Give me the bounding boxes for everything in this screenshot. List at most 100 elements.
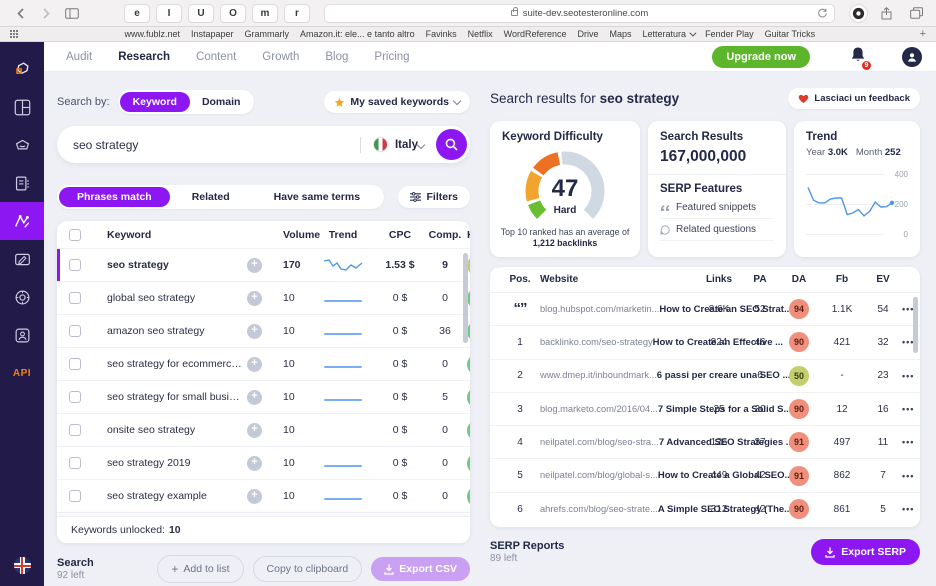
add-keyword-icon[interactable]: +	[247, 390, 262, 405]
extension-icon-2[interactable]: I	[156, 4, 182, 23]
extension-icon-6[interactable]: r	[284, 4, 310, 23]
row-menu-icon[interactable]: •••	[902, 371, 914, 381]
tab-have-same-terms[interactable]: Have same terms	[252, 187, 382, 207]
extension-icon-4[interactable]: O	[220, 4, 246, 23]
notifications-bell-icon[interactable]: 9	[850, 46, 866, 68]
sidebar-item-leads[interactable]	[0, 316, 44, 354]
add-keyword-icon[interactable]: +	[247, 291, 262, 306]
export-serp-button[interactable]: Export SERP	[811, 539, 920, 565]
select-all-checkbox[interactable]	[69, 229, 81, 241]
scrollbar[interactable]	[913, 297, 918, 353]
content-blocker-icon[interactable]	[849, 4, 868, 23]
extension-icon-1[interactable]: e	[124, 4, 150, 23]
user-avatar[interactable]	[902, 47, 922, 67]
table-row[interactable]: amazon seo strategy + 10 0 $ 36 19	[57, 315, 470, 348]
feedback-button[interactable]: Lasciaci un feedback	[788, 88, 920, 109]
bookmark-item[interactable]: Guitar Tricks	[765, 29, 816, 39]
add-bookmark-icon[interactable]: +	[920, 28, 926, 40]
serp-row[interactable]: 6 ahrefs.com/blog/seo-strate...A Simple …	[490, 493, 920, 526]
chevron-down-icon[interactable]	[417, 140, 425, 148]
serp-row[interactable]: 1 backlinko.com/seo-strategyHow to Creat…	[490, 326, 920, 359]
table-row[interactable]: seo strategy example + 10 0 $ 0 12	[57, 480, 470, 513]
bookmark-item[interactable]: Favinks	[426, 29, 457, 39]
toggle-domain[interactable]: Domain	[190, 92, 253, 112]
serp-row[interactable]: 4 neilpatel.com/blog/seo-stra...7 Advanc…	[490, 426, 920, 459]
nav-item-audit[interactable]: Audit	[66, 51, 92, 63]
serp-row[interactable]: 5 neilpatel.com/blog/global-s...How to C…	[490, 459, 920, 492]
row-checkbox[interactable]	[69, 490, 81, 502]
forward-button-icon[interactable]	[34, 4, 58, 22]
row-menu-icon[interactable]: •••	[902, 404, 914, 414]
table-row[interactable]: onsite seo strategy + 10 0 $ 0 12	[57, 414, 470, 447]
toggle-keyword[interactable]: Keyword	[120, 92, 190, 112]
add-keyword-icon[interactable]: +	[247, 324, 262, 339]
bookmark-item[interactable]: www.fublz.net	[124, 29, 180, 39]
nav-item-blog[interactable]: Blog	[325, 51, 348, 63]
row-menu-icon[interactable]: •••	[902, 471, 914, 481]
sidebar-item-keyword-research[interactable]	[0, 202, 44, 240]
sidebar-item-academy[interactable]	[0, 278, 44, 316]
row-menu-icon[interactable]: •••	[902, 437, 914, 447]
bookmark-item[interactable]: Fender Play	[705, 29, 754, 39]
nav-item-research[interactable]: Research	[118, 51, 170, 63]
share-icon[interactable]	[874, 4, 898, 22]
country-select-value[interactable]: Italy	[395, 139, 418, 151]
keyword-search-input[interactable]	[73, 138, 348, 152]
add-keyword-icon[interactable]: +	[247, 489, 262, 504]
search-button[interactable]	[436, 129, 467, 160]
sidebar-item-api[interactable]: API	[0, 354, 44, 392]
bookmark-folder[interactable]: Letteratura	[643, 29, 695, 39]
serp-row[interactable]: 3 blog.marketo.com/2016/04...7 Simple St…	[490, 393, 920, 426]
nav-item-content[interactable]: Content	[196, 51, 236, 63]
export-csv-button[interactable]: Export CSV	[371, 557, 470, 581]
bookmark-item[interactable]: Amazon.it: ele... e tanto altro	[300, 29, 415, 39]
copy-to-clipboard-button[interactable]: Copy to clipboard	[253, 556, 363, 582]
table-row[interactable]: seo strategy + 170 1.53 $ 9 47	[57, 249, 470, 282]
address-bar[interactable]: suite-dev.seotesteronline.com	[324, 4, 835, 23]
nav-item-growth[interactable]: Growth	[262, 51, 299, 63]
sidebar-item-seo-editor[interactable]	[0, 240, 44, 278]
extension-icon-5[interactable]: m	[252, 4, 278, 23]
row-checkbox[interactable]	[69, 358, 81, 370]
nav-item-pricing[interactable]: Pricing	[374, 51, 409, 63]
sidebar-item-reports[interactable]	[0, 164, 44, 202]
tab-phrases-match[interactable]: Phrases match	[59, 187, 170, 207]
bookmarks-grid-icon[interactable]	[10, 30, 18, 38]
add-keyword-icon[interactable]: +	[247, 357, 262, 372]
tabs-overview-icon[interactable]	[904, 4, 928, 22]
upgrade-button[interactable]: Upgrade now	[712, 46, 810, 68]
add-keyword-icon[interactable]: +	[247, 456, 262, 471]
serp-row[interactable]: “” blog.hubspot.com/marketin...How to Cr…	[490, 293, 920, 326]
row-checkbox[interactable]	[69, 424, 81, 436]
serp-row[interactable]: 2 www.dmep.it/inboundmark...6 passi per …	[490, 360, 920, 393]
row-menu-icon[interactable]: •••	[902, 504, 914, 514]
add-to-list-button[interactable]: + Add to list	[157, 555, 243, 583]
table-row[interactable]: global seo strategy + 10 0 $ 0 12	[57, 282, 470, 315]
add-keyword-icon[interactable]: +	[247, 423, 262, 438]
bookmark-item[interactable]: Netflix	[468, 29, 493, 39]
scrollbar[interactable]	[463, 253, 468, 343]
filters-button[interactable]: Filters	[398, 186, 470, 208]
sidebar-toggle-icon[interactable]	[60, 4, 84, 22]
language-flag-icon[interactable]	[14, 557, 31, 574]
saved-keywords-dropdown[interactable]: My saved keywords	[324, 91, 470, 113]
row-checkbox[interactable]	[69, 292, 81, 304]
tab-related[interactable]: Related	[170, 187, 252, 207]
row-checkbox[interactable]	[69, 391, 81, 403]
row-checkbox[interactable]	[69, 259, 81, 271]
bookmark-item[interactable]: Grammarly	[245, 29, 290, 39]
table-row[interactable]: seo strategy for small business + 10 0 $…	[57, 381, 470, 414]
row-checkbox[interactable]	[69, 457, 81, 469]
table-row[interactable]: seo strategy for ecommerce ... + 10 0 $ …	[57, 348, 470, 381]
sidebar-item-seo-checker[interactable]	[0, 126, 44, 164]
bookmark-item[interactable]: WordReference	[504, 29, 567, 39]
table-row[interactable]: seo strategy 2019 + 10 0 $ 0 12	[57, 447, 470, 480]
back-button-icon[interactable]	[8, 4, 32, 22]
bookmark-item[interactable]: Maps	[610, 29, 632, 39]
sidebar-item-dashboard[interactable]	[0, 88, 44, 126]
reload-icon[interactable]	[817, 8, 828, 22]
row-checkbox[interactable]	[69, 325, 81, 337]
bookmark-item[interactable]: Drive	[578, 29, 599, 39]
bookmark-item[interactable]: Instapaper	[191, 29, 234, 39]
sidebar-logo[interactable]	[0, 50, 44, 88]
